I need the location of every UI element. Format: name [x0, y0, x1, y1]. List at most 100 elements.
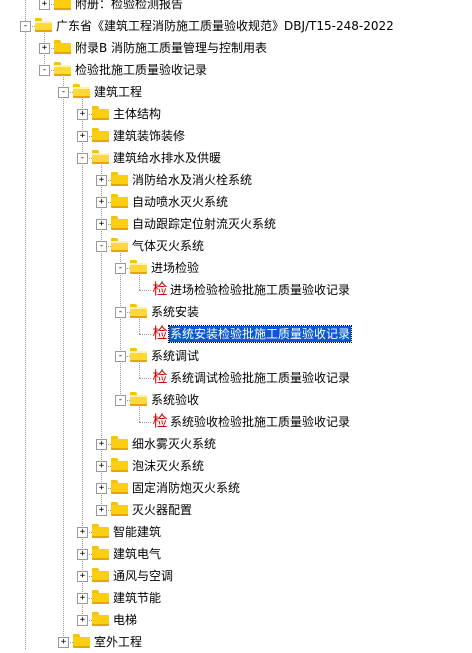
tree-item-document[interactable]: 检系统安装检验批施工质量验收记录 — [0, 323, 472, 345]
tree-item-document[interactable]: 检进场检验检验批施工质量验收记录 — [0, 279, 472, 301]
tree-item-label[interactable]: 建筑装饰装修 — [112, 128, 186, 144]
tree-item-label[interactable]: 自动跟踪定位射流灭火系统 — [131, 216, 277, 232]
tree-item-folder[interactable]: + 智能建筑 — [0, 521, 472, 543]
collapse-icon[interactable]: - — [39, 65, 50, 76]
tree-item-label[interactable]: 检验批施工质量验收记录 — [74, 62, 208, 78]
tree-item-folder[interactable]: + 通风与空调 — [0, 565, 472, 587]
expand-icon[interactable]: + — [96, 505, 107, 516]
record-document-icon: 检 — [152, 280, 168, 298]
tree-item-folder[interactable]: + 消防给水及消火栓系统 — [0, 169, 472, 191]
tree-item-label[interactable]: 建筑工程 — [93, 84, 143, 100]
folder-icon — [54, 40, 71, 54]
tree-item-folder[interactable]: - 进场检验 — [0, 257, 472, 279]
tree-item-label[interactable]: 固定消防炮灭火系统 — [131, 480, 241, 496]
collapse-icon[interactable]: - — [115, 263, 126, 274]
expand-icon[interactable]: + — [77, 593, 88, 604]
tree-item-folder[interactable]: + 电梯 — [0, 609, 472, 631]
tree-item-folder[interactable]: + 灭火器配置 — [0, 499, 472, 521]
folder-open-icon — [92, 150, 109, 164]
tree-item-folder[interactable]: - 系统验收 — [0, 389, 472, 411]
tree-item-folder[interactable]: + 自动喷水灭火系统 — [0, 191, 472, 213]
tree-item-folder[interactable]: + 自动跟踪定位射流灭火系统 — [0, 213, 472, 235]
tree-item-document[interactable]: 检系统验收检验批施工质量验收记录 — [0, 411, 472, 433]
tree-item-label[interactable]: 电梯 — [112, 612, 138, 628]
tree-item-label[interactable]: 消防给水及消火栓系统 — [131, 172, 253, 188]
collapse-icon[interactable]: - — [115, 395, 126, 406]
tree-item-folder[interactable]: + 建筑节能 — [0, 587, 472, 609]
expand-icon[interactable]: + — [77, 109, 88, 120]
folder-open-icon — [130, 304, 147, 318]
collapse-icon[interactable]: - — [96, 241, 107, 252]
tree-view[interactable]: + 附册：检验检测报告 - 广东省《建筑工程消防施工质量验收规范》DBJ/T15-24… — [0, 0, 472, 649]
tree-item-label[interactable]: 系统安装 — [150, 304, 200, 320]
folder-open-icon — [73, 84, 90, 98]
collapse-icon[interactable]: - — [58, 87, 69, 98]
expand-icon[interactable]: + — [77, 549, 88, 560]
tree-item-folder[interactable]: - 建筑工程 — [0, 81, 472, 103]
tree-connector-line — [139, 422, 151, 423]
expand-icon[interactable]: + — [77, 571, 88, 582]
tree-item-label[interactable]: 通风与空调 — [112, 568, 174, 584]
tree-item-label[interactable]: 自动喷水灭火系统 — [131, 194, 229, 210]
folder-icon — [111, 480, 128, 494]
tree-item-folder[interactable]: - 气体灭火系统 — [0, 235, 472, 257]
folder-icon — [92, 524, 109, 538]
tree-item-label[interactable]: 室外工程 — [93, 634, 143, 650]
tree-item-label[interactable]: 系统调试 — [150, 348, 200, 364]
expand-icon[interactable]: + — [96, 219, 107, 230]
expand-icon[interactable]: + — [77, 527, 88, 538]
tree-item-label[interactable]: 灭火器配置 — [131, 502, 193, 518]
tree-item-folder[interactable]: - 广东省《建筑工程消防施工质量验收规范》DBJ/T15-248-2022 — [0, 15, 472, 37]
tree-connector-line — [139, 290, 151, 291]
expand-icon[interactable]: + — [77, 615, 88, 626]
tree-item-label[interactable]: 泡沫灭火系统 — [131, 458, 205, 474]
expand-icon[interactable]: + — [96, 197, 107, 208]
tree-item-folder[interactable]: + 固定消防炮灭火系统 — [0, 477, 472, 499]
tree-item-folder[interactable]: + 主体结构 — [0, 103, 472, 125]
tree-item-label[interactable]: 系统验收 — [150, 392, 200, 408]
tree-item-folder[interactable]: + 建筑电气 — [0, 543, 472, 565]
tree-item-label[interactable]: 建筑给水排水及供暖 — [112, 150, 222, 166]
tree-item-label[interactable]: 气体灭火系统 — [131, 238, 205, 254]
tree-item-folder[interactable]: - 系统调试 — [0, 345, 472, 367]
record-document-icon: 检 — [152, 368, 168, 386]
collapse-icon[interactable]: - — [77, 153, 88, 164]
tree-item-label-selected[interactable]: 系统安装检验批施工质量验收记录 — [167, 325, 353, 343]
tree-item-label[interactable]: 进场检验检验批施工质量验收记录 — [169, 282, 351, 298]
tree-item-folder[interactable]: - 系统安装 — [0, 301, 472, 323]
collapse-icon[interactable]: - — [115, 351, 126, 362]
folder-icon — [111, 172, 128, 186]
tree-item-folder[interactable]: - 检验批施工质量验收记录 — [0, 59, 472, 81]
tree-item-label[interactable]: 智能建筑 — [112, 524, 162, 540]
expand-icon[interactable]: + — [96, 175, 107, 186]
expand-icon[interactable]: + — [96, 461, 107, 472]
tree-item-label[interactable]: 附册：检验检测报告 — [74, 0, 184, 12]
tree-item-folder[interactable]: + 附册：检验检测报告 — [0, 0, 472, 15]
tree-item-folder[interactable]: + 细水雾灭火系统 — [0, 433, 472, 455]
tree-item-folder[interactable]: + 建筑装饰装修 — [0, 125, 472, 147]
tree-item-label[interactable]: 主体结构 — [112, 106, 162, 122]
tree-item-label[interactable]: 附录B 消防施工质量管理与控制用表 — [74, 40, 268, 56]
folder-icon — [111, 436, 128, 450]
expand-icon[interactable]: + — [96, 439, 107, 450]
tree-item-label[interactable]: 建筑节能 — [112, 590, 162, 606]
collapse-icon[interactable]: - — [115, 307, 126, 318]
tree-item-label[interactable]: 建筑电气 — [112, 546, 162, 562]
folder-icon — [92, 568, 109, 582]
tree-item-label[interactable]: 系统调试检验批施工质量验收记录 — [169, 370, 351, 386]
expand-icon[interactable]: + — [96, 483, 107, 494]
tree-item-folder[interactable]: + 室外工程 — [0, 631, 472, 653]
expand-icon[interactable]: + — [39, 43, 50, 54]
expand-icon[interactable]: + — [58, 637, 69, 648]
tree-item-document[interactable]: 检系统调试检验批施工质量验收记录 — [0, 367, 472, 389]
tree-item-label[interactable]: 广东省《建筑工程消防施工质量验收规范》DBJ/T15-248-2022 — [55, 18, 395, 34]
expand-icon[interactable]: + — [77, 131, 88, 142]
tree-item-folder[interactable]: + 泡沫灭火系统 — [0, 455, 472, 477]
tree-item-label[interactable]: 进场检验 — [150, 260, 200, 276]
expand-icon[interactable]: + — [39, 0, 50, 10]
collapse-icon[interactable]: - — [20, 21, 31, 32]
tree-item-folder[interactable]: + 附录B 消防施工质量管理与控制用表 — [0, 37, 472, 59]
tree-item-label[interactable]: 细水雾灭火系统 — [131, 436, 217, 452]
tree-item-folder[interactable]: - 建筑给水排水及供暖 — [0, 147, 472, 169]
tree-item-label[interactable]: 系统验收检验批施工质量验收记录 — [169, 414, 351, 430]
